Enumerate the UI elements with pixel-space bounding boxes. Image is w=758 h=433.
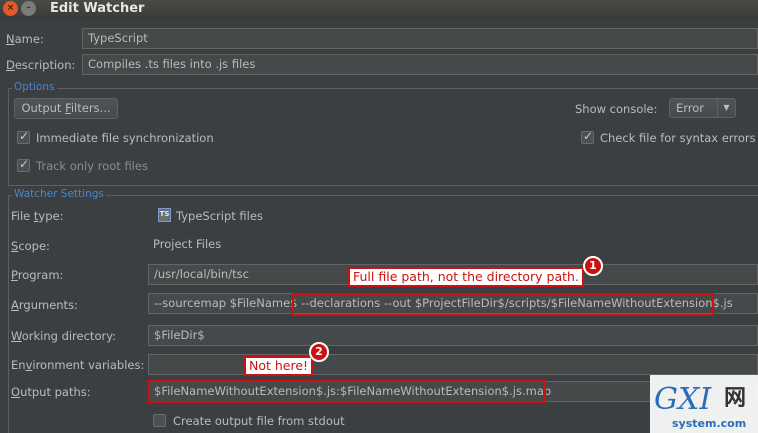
working-directory-field[interactable]: $FileDir$: [148, 325, 758, 346]
show-console-select[interactable]: Error ▼: [669, 98, 736, 118]
window-title: Edit Watcher: [50, 1, 145, 16]
check-icon: ✓: [19, 157, 30, 171]
scope-select[interactable]: Project Files: [148, 235, 758, 256]
watcher-settings-title: Watcher Settings: [12, 188, 106, 200]
description-label: Description:: [6, 58, 76, 72]
watermark-logo-text: GXI: [654, 382, 712, 417]
arguments-highlight: [292, 293, 714, 316]
file-type-value: TypeScript files: [176, 209, 263, 223]
check-syntax-label: Check file for syntax errors: [600, 131, 756, 145]
description-field[interactable]: Compiles .ts files into .js files: [82, 54, 758, 75]
immediate-sync-label: Immediate file synchronization: [36, 131, 214, 145]
track-root-label: Track only root files: [36, 159, 148, 173]
watermark-cjk: 网: [724, 386, 746, 411]
show-console-label: Show console:: [575, 102, 658, 116]
check-syntax-checkbox[interactable]: ✓: [581, 129, 594, 144]
file-type-select[interactable]: TS TypeScript files: [148, 203, 758, 229]
scope-label: Scope:: [11, 239, 50, 253]
minimize-button[interactable]: –: [21, 1, 36, 16]
show-console-value: Error: [676, 101, 705, 115]
options-border-bottom: [8, 185, 758, 186]
chevron-down-icon: ▼: [717, 99, 735, 117]
check-icon: ✓: [19, 129, 30, 143]
create-stdout-label: Create output file from stdout: [173, 414, 345, 428]
name-label: Name:: [6, 32, 44, 46]
program-label: Program:: [11, 268, 64, 282]
name-field[interactable]: TypeScript: [82, 28, 758, 49]
close-button[interactable]: ×: [3, 1, 18, 16]
annotation-badge-2: 2: [309, 342, 329, 362]
watcher-border-left: [8, 195, 9, 433]
options-border: [8, 88, 758, 89]
watermark-url: system.com: [672, 417, 746, 430]
typescript-file-icon: TS: [158, 208, 171, 222]
close-icon: ×: [6, 3, 15, 13]
check-icon: ✓: [583, 129, 594, 143]
arguments-label: Arguments:: [11, 298, 78, 312]
watermark-logo: GXI 网 system.com: [650, 375, 758, 433]
working-directory-label: Working directory:: [11, 329, 117, 343]
environment-variables-label: Environment variables:: [11, 358, 145, 372]
output-paths-highlight: [148, 380, 546, 403]
output-paths-label: Output paths:: [11, 385, 91, 399]
output-filters-button[interactable]: Output Filters...: [14, 98, 118, 119]
track-root-checkbox[interactable]: ✓: [17, 157, 30, 172]
watcher-border: [8, 195, 758, 196]
file-type-label: File type:: [11, 209, 64, 223]
environment-variables-field[interactable]: [148, 354, 758, 375]
create-stdout-checkbox[interactable]: [153, 414, 166, 427]
annotation-note-2: Not here!: [244, 356, 314, 376]
title-bar: × – Edit Watcher: [0, 0, 758, 19]
immediate-sync-checkbox[interactable]: ✓: [17, 129, 30, 144]
watermark-graphic: GXI 网 system.com: [650, 375, 758, 433]
options-title: Options: [12, 81, 57, 93]
annotation-note-1: Full file path, not the directory path.: [348, 267, 584, 287]
options-border-left: [8, 88, 9, 186]
annotation-badge-1: 1: [583, 256, 603, 276]
minimize-icon: –: [26, 3, 31, 13]
